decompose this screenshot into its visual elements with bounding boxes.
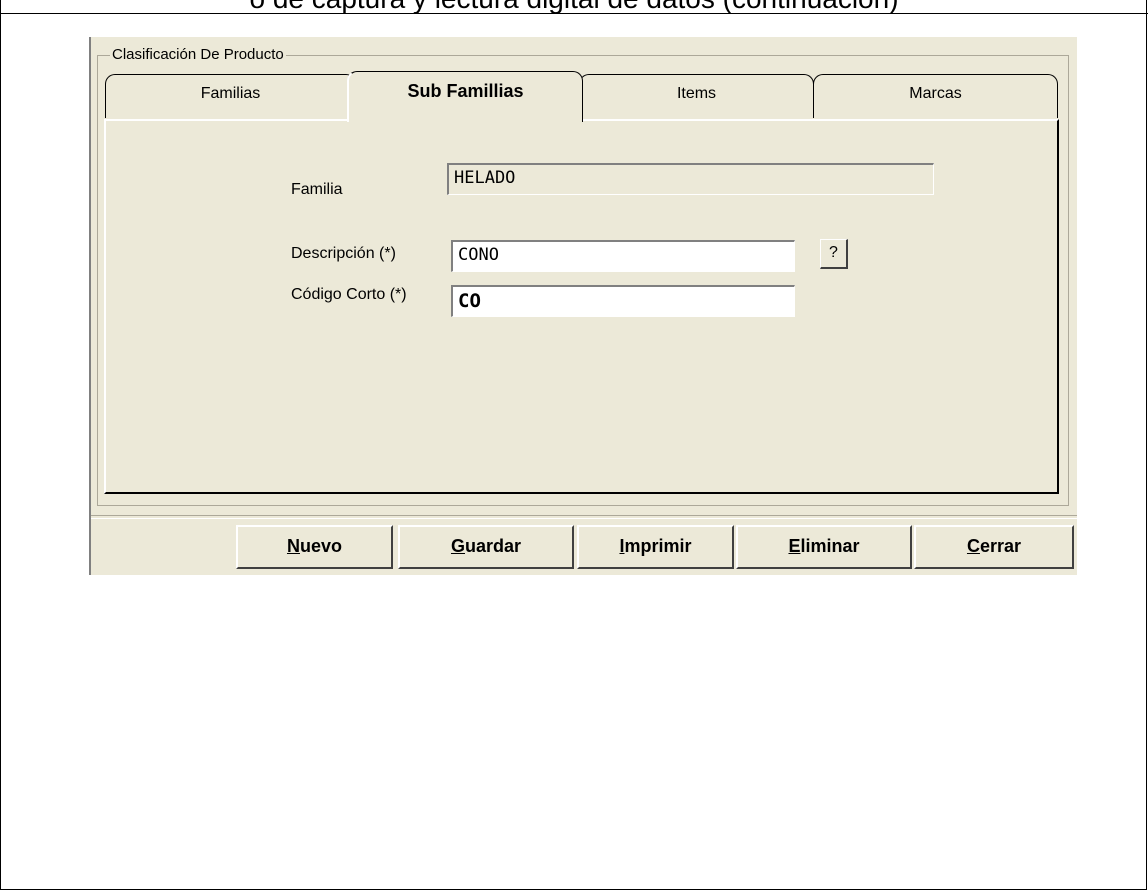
descripcion-lookup-button[interactable]: ?: [820, 239, 848, 269]
eliminar-label-rest: liminar: [800, 536, 860, 556]
imprimir-label-rest: mprimir: [624, 536, 692, 556]
guardar-button[interactable]: Guardar: [398, 525, 574, 569]
guardar-accelerator: G: [450, 536, 465, 556]
tab-label: Familias: [200, 85, 261, 102]
tab-label: Items: [676, 85, 717, 102]
tab-label: Sub Famillias: [407, 81, 524, 101]
descripcion-field[interactable]: CONO: [451, 240, 795, 272]
cerrar-button[interactable]: Cerrar: [914, 525, 1074, 569]
group-box-title: Clasificación De Producto: [110, 46, 286, 64]
nuevo-button[interactable]: Nuevo: [236, 525, 393, 569]
tab-items[interactable]: Items: [579, 74, 814, 118]
sub-familias-panel: Familia HELADO Descripción (*) CONO ? Có…: [104, 119, 1059, 494]
cerrar-label-rest: errar: [979, 536, 1022, 556]
codigo-corto-field[interactable]: CO: [451, 285, 795, 317]
cerrar-accelerator: C: [966, 536, 980, 556]
tab-familias[interactable]: Familias: [105, 74, 356, 118]
nuevo-label-rest: uevo: [299, 536, 342, 556]
imprimir-button[interactable]: Imprimir: [577, 525, 734, 569]
tab-label: Marcas: [909, 85, 962, 102]
familia-field: HELADO: [447, 163, 934, 195]
caption-rule: [0, 13, 1148, 14]
product-classification-dialog: Clasificación De Producto Familias Sub F…: [89, 37, 1077, 575]
eliminar-accelerator: E: [788, 536, 801, 556]
tab-sub-familias[interactable]: Sub Famillias: [347, 71, 583, 122]
eliminar-button[interactable]: Eliminar: [736, 525, 912, 569]
familia-label: Familia: [291, 181, 343, 198]
tab-marcas[interactable]: Marcas: [813, 74, 1058, 118]
descripcion-label: Descripción (*): [291, 245, 396, 262]
guardar-label-rest: uardar: [464, 536, 522, 556]
document-caption: o de captura y lectura digital de datos …: [0, 0, 1148, 14]
codigo-corto-label: Código Corto (*): [291, 286, 407, 303]
nuevo-accelerator: N: [286, 536, 300, 556]
button-separator: [91, 515, 1077, 519]
